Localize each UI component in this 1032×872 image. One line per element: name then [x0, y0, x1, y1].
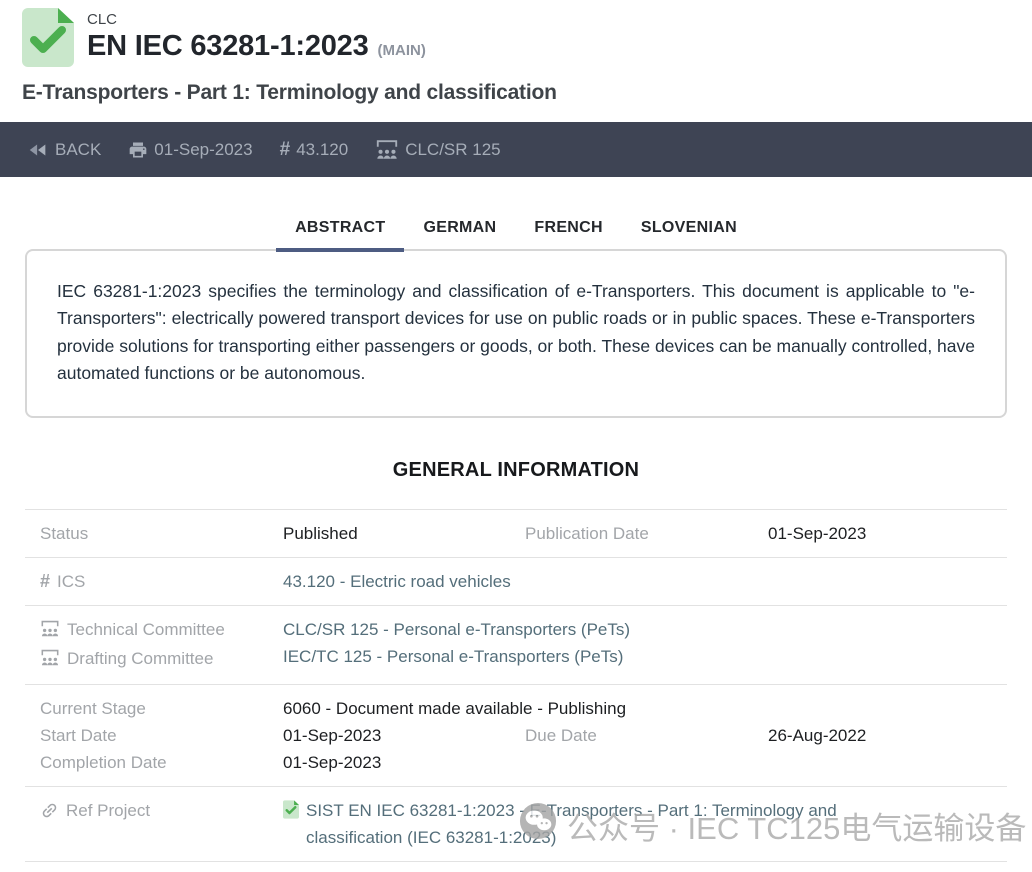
org-label: CLC: [87, 10, 426, 29]
due-date-label: Due Date: [525, 722, 768, 749]
ics-label: # ICS: [40, 568, 283, 595]
drafting-committee-value-link[interactable]: IEC/TC 125 - Personal e-Transporters (Pe…: [283, 643, 992, 670]
ref-project-label: Ref Project: [40, 797, 283, 851]
general-information-heading: GENERAL INFORMATION: [25, 459, 1007, 482]
page-title: EN IEC 63281-1:2023: [87, 30, 369, 63]
document-check-icon: [22, 8, 74, 72]
fast-rewind-icon: [27, 139, 49, 161]
nav-publication-date: 01-Sep-2023: [154, 140, 252, 160]
status-value: Published: [283, 520, 525, 547]
publication-date-value: 01-Sep-2023: [768, 520, 992, 547]
link-icon: [40, 797, 59, 828]
table-row-committees: Technical Committee: [25, 605, 1007, 684]
table-row-current-stage: Current Stage 6060 - Document made avail…: [25, 684, 1007, 786]
language-tabs: ABSTRACT GERMAN FRENCH SLOVENIAN: [25, 213, 1007, 252]
ref-project-value-link[interactable]: SIST EN IEC 63281-1:2023 - E-Transporter…: [306, 797, 928, 851]
completion-date-label: Completion Date: [40, 749, 283, 776]
tab-french[interactable]: FRENCH: [515, 213, 621, 252]
technical-committee-label: Technical Committee: [40, 616, 283, 645]
publication-date-chip: 01-Sep-2023: [128, 140, 252, 160]
toolbar: BACK 01-Sep-2023 # 43.120 CLC/SR 125: [0, 122, 1032, 177]
committee-icon: [40, 645, 60, 674]
current-stage-label: Current Stage: [40, 695, 283, 722]
tab-german[interactable]: GERMAN: [404, 213, 515, 252]
standard-subtitle: E-Transporters - Part 1: Terminology and…: [22, 81, 1010, 105]
drafting-committee-label: Drafting Committee: [40, 645, 283, 674]
nav-ics-code: 43.120: [296, 140, 348, 160]
publication-date-label: Publication Date: [525, 520, 768, 547]
due-date-value: 26-Aug-2022: [768, 722, 992, 749]
ics-chip: # 43.120: [280, 139, 349, 161]
tab-slovenian[interactable]: SLOVENIAN: [622, 213, 756, 252]
technical-committee-value-link[interactable]: CLC/SR 125 - Personal e-Transporters (Pe…: [283, 616, 992, 643]
ics-value-link[interactable]: 43.120 - Electric road vehicles: [283, 568, 992, 595]
printer-icon: [128, 140, 148, 160]
back-label: BACK: [55, 140, 101, 160]
tab-abstract[interactable]: ABSTRACT: [276, 213, 404, 252]
table-row-ics: # ICS 43.120 - Electric road vehicles: [25, 557, 1007, 605]
start-date-value: 01-Sep-2023: [283, 722, 525, 749]
back-button[interactable]: BACK: [27, 139, 101, 161]
abstract-text: IEC 63281-1:2023 specifies the terminolo…: [57, 281, 975, 383]
start-date-label: Start Date: [40, 722, 283, 749]
hash-icon: #: [280, 139, 291, 161]
page-header: CLC EN IEC 63281-1:2023 (MAIN) E-Transpo…: [0, 0, 1032, 105]
variant-badge: (MAIN): [378, 42, 426, 59]
general-information-table: Status Published Publication Date 01-Sep…: [25, 509, 1007, 862]
document-check-icon: [283, 797, 299, 851]
nav-committee: CLC/SR 125: [405, 140, 500, 160]
abstract-panel: IEC 63281-1:2023 specifies the terminolo…: [25, 249, 1007, 418]
completion-date-value: 01-Sep-2023: [283, 749, 525, 776]
current-stage-value: 6060 - Document made available - Publish…: [283, 695, 992, 722]
table-row-ref-project: Ref Project SIST EN IEC 63281-1:2023 - E…: [25, 786, 1007, 862]
committee-icon: [40, 616, 60, 645]
hash-icon: #: [40, 568, 50, 595]
committee-chip: CLC/SR 125: [375, 139, 500, 160]
committee-icon: [375, 139, 399, 160]
table-row-status: Status Published Publication Date 01-Sep…: [25, 509, 1007, 557]
status-label: Status: [40, 520, 283, 547]
